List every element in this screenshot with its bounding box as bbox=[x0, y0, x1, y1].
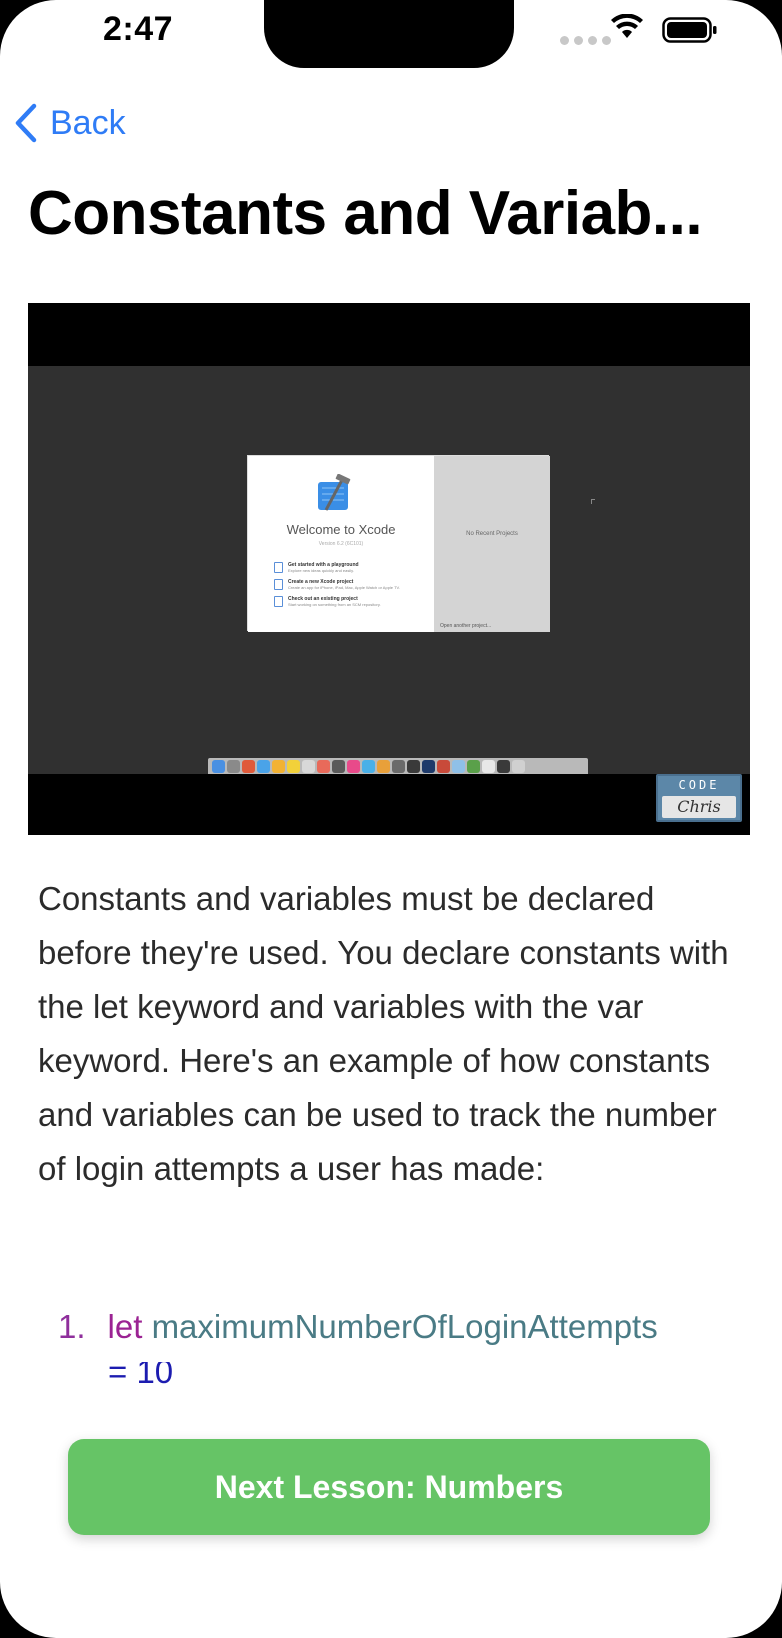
phone-screen: 2:47 Back Constants and Variab... Welcom… bbox=[0, 0, 782, 1638]
status-time: 2:47 bbox=[103, 10, 174, 48]
dynamic-island bbox=[264, 0, 514, 68]
xcode-hammer-icon bbox=[318, 474, 351, 511]
next-lesson-button[interactable]: Next Lesson: Numbers bbox=[68, 1439, 710, 1535]
signal-dots-icon bbox=[560, 36, 611, 45]
code-line-number: 1. bbox=[58, 1308, 86, 1345]
mac-dock bbox=[208, 758, 588, 774]
mouse-cursor-icon bbox=[591, 499, 595, 504]
xcode-welcome-window: Welcome to Xcode Version 6.2 (6C101) Get… bbox=[247, 455, 550, 632]
battery-icon bbox=[662, 17, 717, 43]
video-player[interactable]: Welcome to Xcode Version 6.2 (6C101) Get… bbox=[28, 303, 750, 835]
xcode-no-recent-text: No Recent Projects bbox=[466, 531, 518, 537]
code-example-line: 1. let maximumNumberOfLoginAttempts bbox=[58, 1308, 748, 1346]
code-with-chris-watermark: CODE Chris bbox=[656, 774, 742, 822]
code-keyword: let bbox=[107, 1308, 143, 1345]
video-frame: Welcome to Xcode Version 6.2 (6C101) Get… bbox=[28, 366, 750, 822]
xcode-welcome-text: Welcome to Xcode bbox=[286, 522, 396, 537]
back-button[interactable]: Back bbox=[14, 100, 126, 146]
back-label: Back bbox=[50, 103, 126, 142]
lesson-description: Constants and variables must be declared… bbox=[38, 880, 729, 1187]
chevron-left-icon bbox=[15, 103, 37, 143]
code-identifier: maximumNumberOfLoginAttempts bbox=[151, 1308, 658, 1345]
wifi-icon bbox=[611, 14, 643, 38]
xcode-open-another-text: Open another project... bbox=[440, 623, 492, 629]
status-bar: 2:47 bbox=[0, 0, 782, 70]
xcode-version-text: Version 6.2 (6C101) bbox=[318, 541, 364, 547]
page-title: Constants and Variab... bbox=[28, 179, 703, 248]
code-continuation: = 10 bbox=[108, 1362, 174, 1384]
